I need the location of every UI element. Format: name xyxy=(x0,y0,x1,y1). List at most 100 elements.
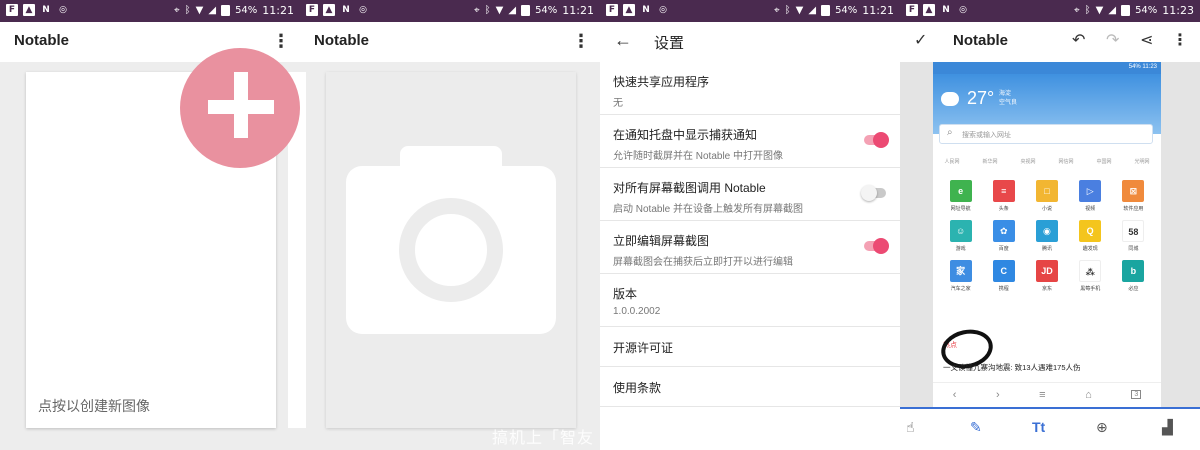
setting-quick-share[interactable]: 快速共享应用程序 无 xyxy=(600,62,900,115)
editor-canvas[interactable]: 54% 11:23 27° 海淀空气良 搜索或输入网址 人民网新华网央视网网信网… xyxy=(900,62,1200,407)
notification-capture-toggle[interactable] xyxy=(864,132,889,148)
site-tabs: 人民网 新华网 央视网 网信网 中国网 光明网 xyxy=(944,159,1150,165)
app-shortcut: ☺ 游戏 xyxy=(939,220,982,252)
app-title: Notable xyxy=(314,32,370,49)
app-shortcut: b 必应 xyxy=(1112,260,1155,292)
settings-screen: F ▲ N ◎ ⌖ ᛒ ▼ ◢ 54% 11:21 ← 设置 快速共享应用程序 无 在通知托盘中… xyxy=(600,0,900,450)
bluetooth-icon: ᛒ xyxy=(784,5,791,16)
bluetooth-icon: ᛒ xyxy=(484,5,491,16)
app-shortcut-grid: e 网址导航 ≡ 头条 □ 小说 ▷ 视频 ⊠ 软件应用 ☺ 游戏 ✿ 百度 ◉ 腾讯 Q 趣发现 58 同城家汽车之… xyxy=(939,180,1155,292)
flipboard-icon: F xyxy=(6,4,18,16)
app-icon: ◉ xyxy=(1035,220,1058,242)
edit-immediately-toggle[interactable] xyxy=(864,238,889,254)
setting-edit-immediately[interactable]: 立即编辑屏幕截图 屏幕截图会在捕获后立即打开以进行编辑 xyxy=(600,221,900,274)
clock: 11:21 xyxy=(562,4,594,17)
editor-toolbar: ☝ ✎ Tt ⊕ ▟ xyxy=(900,407,1200,450)
back-arrow-icon[interactable]: ← xyxy=(614,30,632,51)
app-icon: b xyxy=(1122,260,1145,282)
status-bar: F ▲ N ◎ ⌖ ᛒ ▼ ◢ 54% 11:23 xyxy=(900,0,1200,22)
weibo-icon: ◎ xyxy=(59,5,67,15)
gallery-icon: ▲ xyxy=(23,4,35,16)
gallery-icon: ▲ xyxy=(923,4,935,16)
air-quality: 空气良 xyxy=(999,100,1018,106)
clock: 11:21 xyxy=(262,4,294,17)
back-icon: ‹ xyxy=(952,388,957,401)
battery-icon xyxy=(521,5,531,16)
battery-icon xyxy=(1121,5,1131,16)
location-icon: ⌖ xyxy=(174,5,180,16)
screenshot-preview[interactable]: 54% 11:23 27° 海淀空气良 搜索或输入网址 人民网新华网央视网网信网… xyxy=(933,62,1161,407)
status-bar: F ▲ N ◎ ⌖ ᛒ ▼ ◢ 54% 11:21 xyxy=(0,0,300,22)
watermark: 搞机上「智友 xyxy=(492,430,595,447)
battery-icon xyxy=(821,5,831,16)
camera-capture-card[interactable] xyxy=(326,72,576,428)
weather-icon xyxy=(941,86,959,106)
text-tool-icon[interactable]: Tt xyxy=(1032,419,1045,435)
menu-icon: ≡ xyxy=(1039,388,1046,401)
pen-tool-icon[interactable]: ✎ xyxy=(970,419,982,436)
redo-icon[interactable]: ↷ xyxy=(1106,30,1119,50)
app-title: Notable xyxy=(14,32,70,49)
camera-lens-icon xyxy=(399,198,503,302)
app-icon: C xyxy=(992,260,1015,282)
setting-subtitle: 屏幕截图会在捕获后立即打开以进行编辑 xyxy=(613,257,793,268)
setting-title: 对所有屏幕截图调用 Notable xyxy=(613,181,766,195)
app-icon: ✿ xyxy=(992,220,1015,242)
app-shortcut: ✿ 百度 xyxy=(982,220,1025,252)
share-icon[interactable]: ⋖ xyxy=(1140,30,1153,50)
app-shortcut: ◉ 腾讯 xyxy=(1025,220,1068,252)
drag-handle-icon[interactable]: ··· xyxy=(600,372,601,390)
setting-title: 使用条款 xyxy=(613,381,662,395)
setting-subtitle: 启动 Notable 并在设备上触发所有屏幕截图 xyxy=(613,204,804,215)
setting-version: 版本 1.0.0.2002 xyxy=(600,274,900,327)
temperature: 27° xyxy=(967,88,995,108)
setting-all-screenshots[interactable]: 对所有屏幕截图调用 Notable 启动 Notable 并在设备上触发所有屏幕… xyxy=(600,168,900,221)
battery-level: 54% xyxy=(535,5,558,16)
app-label: 头条 xyxy=(998,206,1009,212)
touch-select-icon[interactable]: ☝ xyxy=(906,419,915,436)
settings-list: 快速共享应用程序 无 在通知托盘中显示捕获通知 允许随时截屏并在 Notable… xyxy=(600,62,900,407)
home-screen-empty: F ▲ N ◎ ⌖ ᛒ ▼ ◢ 54% 11:21 Notable ⋮ 点按以创建新图像 xyxy=(0,0,300,450)
clock: 11:23 xyxy=(1162,4,1194,17)
wifi-icon: ▼ xyxy=(495,5,504,16)
news-icon: N xyxy=(942,5,950,15)
app-shortcut: □ 小说 xyxy=(1025,180,1068,212)
signal-icon: ◢ xyxy=(208,5,217,16)
battery-level: 54% xyxy=(835,5,858,16)
weibo-icon: ◎ xyxy=(359,5,367,15)
app-icon: e xyxy=(949,180,972,202)
app-label: 京东 xyxy=(1041,286,1052,292)
done-check-icon[interactable]: ✓ xyxy=(914,30,927,50)
preview-search-bar: 搜索或输入网址 xyxy=(939,124,1153,144)
app-shortcut: e 网址导航 xyxy=(939,180,982,212)
setting-open-source-licenses[interactable]: 开源许可证 xyxy=(600,327,900,367)
overflow-menu-icon[interactable]: ⋮ xyxy=(1172,30,1188,50)
tabs-count: 3 xyxy=(1131,390,1142,399)
app-shortcut: ▷ 视频 xyxy=(1069,180,1112,212)
add-icon[interactable]: ⊕ xyxy=(1096,419,1108,436)
app-label: 游戏 xyxy=(955,246,966,252)
app-label: 携程 xyxy=(998,286,1009,292)
flipboard-icon: F xyxy=(906,4,918,16)
app-label: 视频 xyxy=(1085,206,1096,212)
app-icon: ☺ xyxy=(949,220,972,242)
app-label: 同城 xyxy=(1128,246,1139,252)
app-icon: ≡ xyxy=(992,180,1015,202)
app-bar: ← 设置 xyxy=(600,22,900,62)
add-image-button[interactable] xyxy=(180,48,300,168)
overflow-menu-icon[interactable]: ⋮ xyxy=(572,31,590,51)
setting-terms-of-use[interactable]: 使用条款 xyxy=(600,367,900,407)
app-shortcut: 58 同城 xyxy=(1112,220,1155,252)
all-screenshots-toggle[interactable] xyxy=(861,185,886,201)
flipboard-icon: F xyxy=(306,4,318,16)
weibo-icon: ◎ xyxy=(659,5,667,15)
overflow-menu-icon[interactable]: ⋮ xyxy=(272,31,290,51)
undo-icon[interactable]: ↶ xyxy=(1072,30,1085,50)
news-headline: 一文读懂九寨沟地震: 致13人遇难175人伤 xyxy=(943,363,1081,372)
setting-subtitle: 无 xyxy=(613,98,623,109)
previous-card-edge[interactable] xyxy=(300,72,306,428)
signal-icon: ◢ xyxy=(808,5,817,16)
setting-notification-capture[interactable]: 在通知托盘中显示捕获通知 允许随时截屏并在 Notable 中打开图像 xyxy=(600,115,900,168)
crop-icon[interactable]: ▟ xyxy=(1162,419,1173,436)
setting-title: 立即编辑屏幕截图 xyxy=(613,234,710,248)
